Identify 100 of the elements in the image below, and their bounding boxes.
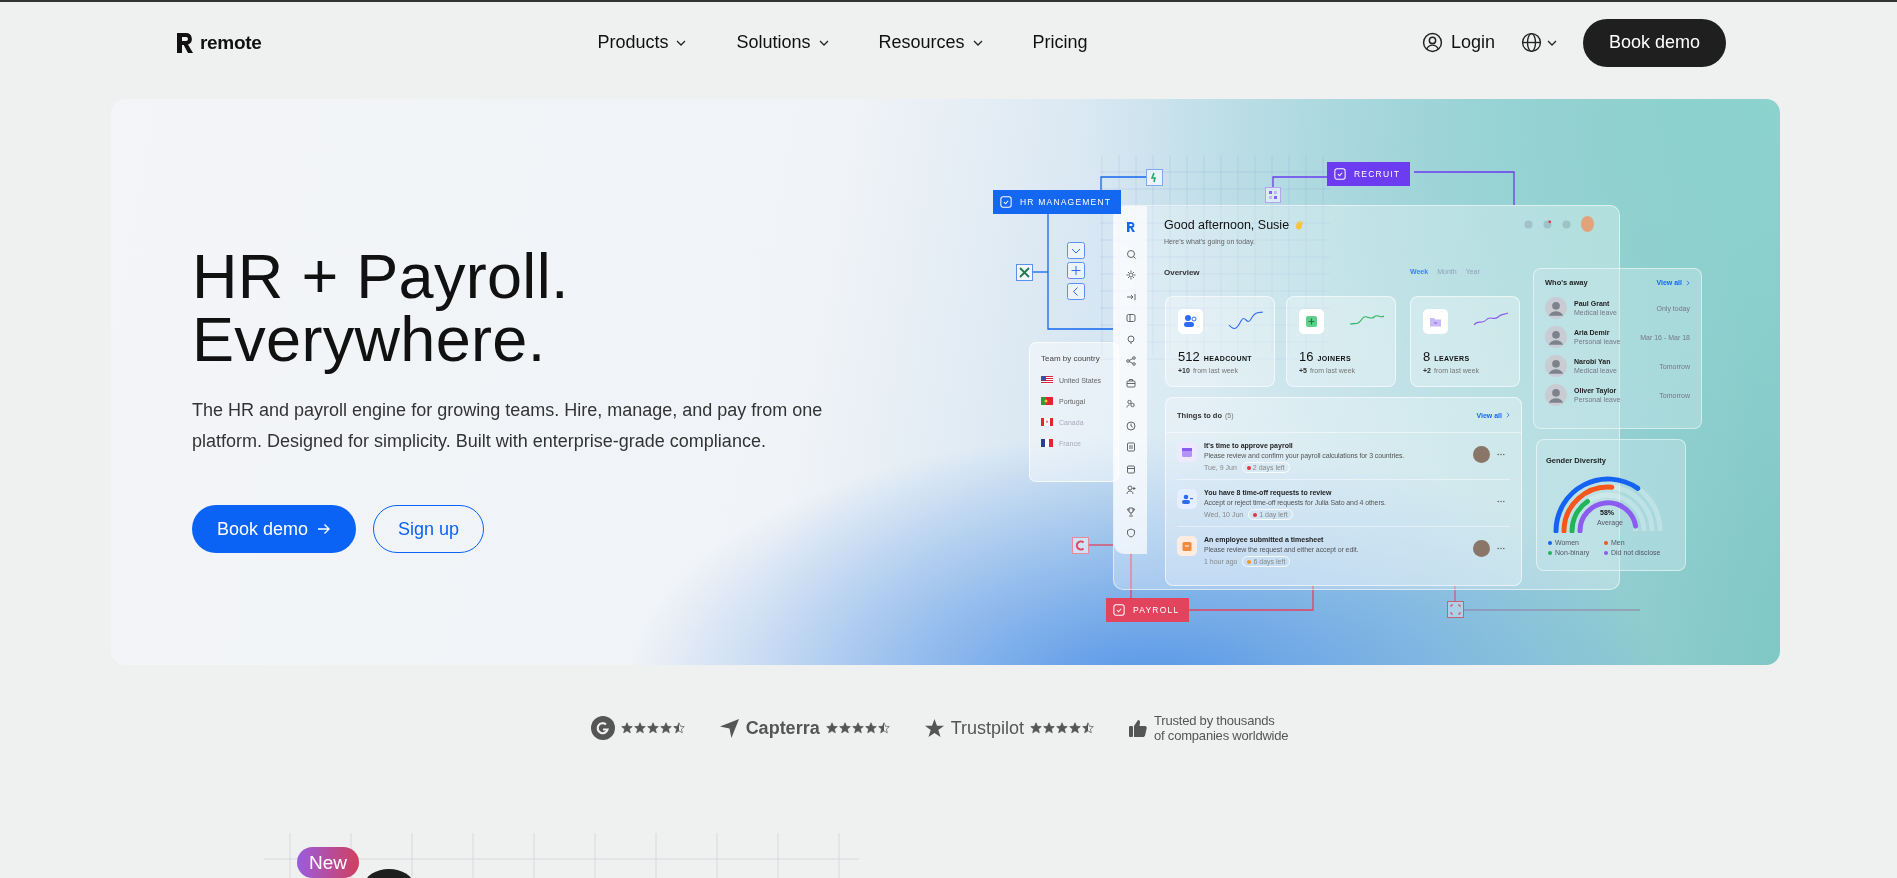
- avatar: [1473, 446, 1490, 463]
- plus-icon: [1067, 262, 1085, 279]
- chevron-left-icon: [1067, 283, 1085, 300]
- avatar-icon: [1545, 326, 1567, 348]
- stat-value: 8: [1423, 349, 1431, 364]
- check-icon: [1000, 196, 1012, 208]
- star-icon: [851, 722, 864, 734]
- hero-description: The HR and payroll engine for growing teams. Hire, manage, and pay from one platform. Designed for simplicity. Built with enterprise-grade compliance.: [192, 399, 824, 453]
- stat-value: 16: [1299, 349, 1314, 364]
- logo-mark-icon: [1125, 221, 1136, 233]
- nav-link[interactable]: Pricing: [1032, 32, 1088, 53]
- nav-link[interactable]: Resources: [878, 32, 983, 53]
- caret-icon: [972, 39, 983, 46]
- more-icon[interactable]: [1497, 547, 1505, 550]
- star-icon: [672, 722, 685, 734]
- star-icon: [1082, 722, 1094, 734]
- cross-tools-icon: [1016, 264, 1033, 281]
- box-icon[interactable]: [1125, 463, 1136, 474]
- people-icon: [1178, 309, 1203, 334]
- star-icon: [877, 722, 890, 734]
- check-icon: [1334, 168, 1346, 180]
- language-selector[interactable]: [1520, 32, 1557, 53]
- flag-icon: [1041, 418, 1053, 426]
- chevron-right-icon: [1506, 412, 1510, 418]
- tag-label: HR MANAGEMENT: [1020, 197, 1112, 207]
- flag-icon: [1041, 397, 1053, 405]
- connector-line: [1088, 544, 1114, 546]
- folder-icon: [1423, 309, 1448, 334]
- trophy-icon[interactable]: [1125, 506, 1136, 517]
- star-icon: [1043, 722, 1055, 734]
- clock-icon[interactable]: [1125, 420, 1136, 431]
- flag-icon: [1041, 439, 1053, 447]
- plus-badge-icon: [1299, 309, 1324, 334]
- person-add-icon[interactable]: [1125, 485, 1136, 495]
- lightning-icon: [1146, 169, 1163, 186]
- star-icon: [659, 722, 672, 734]
- star-icon: [646, 722, 659, 734]
- bulb-icon[interactable]: [1125, 334, 1136, 345]
- logo-mark-icon[interactable]: [175, 30, 195, 55]
- person-icon: [1177, 489, 1197, 509]
- document-icon[interactable]: [1125, 442, 1136, 452]
- book-demo-button[interactable]: Book demo: [192, 505, 357, 553]
- briefcase-icon[interactable]: [1125, 377, 1136, 388]
- avatar-icon: [1545, 355, 1567, 377]
- nav-link[interactable]: Products: [597, 32, 687, 53]
- tag-label: RECRUIT: [1354, 169, 1401, 179]
- star-icon: [620, 722, 633, 734]
- calendar-icon: [1177, 442, 1197, 462]
- star-icon: [1030, 722, 1042, 734]
- site-name: Trustpilot: [950, 717, 1024, 739]
- chevron-right-icon: [1686, 279, 1690, 286]
- flag-icon: [1041, 376, 1053, 384]
- tag-label: PAYROLL: [1133, 605, 1180, 615]
- user-icon: [1421, 32, 1443, 53]
- star-icon: [864, 722, 877, 734]
- globe-icon: [1520, 32, 1542, 53]
- logo-wordmark[interactable]: remote: [200, 31, 262, 54]
- section-title: Overview: [1164, 268, 1200, 277]
- more-icon[interactable]: [1497, 453, 1505, 456]
- star-icon: [1056, 722, 1068, 734]
- nav-link[interactable]: Solutions: [736, 32, 829, 53]
- scan-icon: [1447, 601, 1464, 618]
- arrow-logo-icon: [718, 717, 740, 739]
- caret-icon: [818, 39, 829, 46]
- clipboard-icon: [1177, 536, 1197, 556]
- star-icon: [1069, 722, 1081, 734]
- caret-icon: [676, 39, 687, 46]
- avatar-icon: [1545, 297, 1567, 319]
- avatar-icon: [1545, 384, 1567, 406]
- arrow-right-icon: [317, 523, 332, 535]
- chevron-down-icon: [1067, 242, 1085, 259]
- search-icon[interactable]: [1125, 248, 1136, 259]
- g2-logo-icon: [590, 716, 615, 740]
- c-logo-icon: [1072, 537, 1089, 554]
- waving-hand-icon: [1293, 219, 1306, 231]
- stat-value: 512: [1178, 349, 1200, 364]
- share-icon[interactable]: [1125, 356, 1136, 366]
- panel-icon[interactable]: [1125, 313, 1136, 323]
- star-icon: [825, 722, 838, 734]
- new-badge: New: [297, 847, 359, 878]
- thumbs-up-icon: [1128, 718, 1148, 738]
- connector-line: [1454, 584, 1456, 602]
- notification-icon[interactable]: [1543, 219, 1552, 229]
- site-name: Capterra: [745, 717, 820, 739]
- scan-icon: [1265, 187, 1281, 203]
- more-icon[interactable]: [1497, 500, 1505, 503]
- arrow-icon[interactable]: [1125, 291, 1136, 302]
- people-icon[interactable]: [1125, 399, 1136, 409]
- book-demo-button[interactable]: Book demo: [1582, 18, 1726, 67]
- login-link[interactable]: Login: [1421, 32, 1495, 53]
- panel-title: Team by country: [1041, 354, 1100, 363]
- check-icon: [1113, 604, 1125, 616]
- avatar: [1473, 540, 1490, 557]
- star-logo-icon: [923, 717, 945, 739]
- star-icon: [633, 722, 646, 734]
- trust-statement: Trusted by thousands of companies worldwide: [1154, 713, 1289, 743]
- shield-icon[interactable]: [1125, 528, 1136, 538]
- sun-icon[interactable]: [1125, 270, 1136, 280]
- caret-icon: [1546, 39, 1557, 46]
- star-icon: [838, 722, 851, 734]
